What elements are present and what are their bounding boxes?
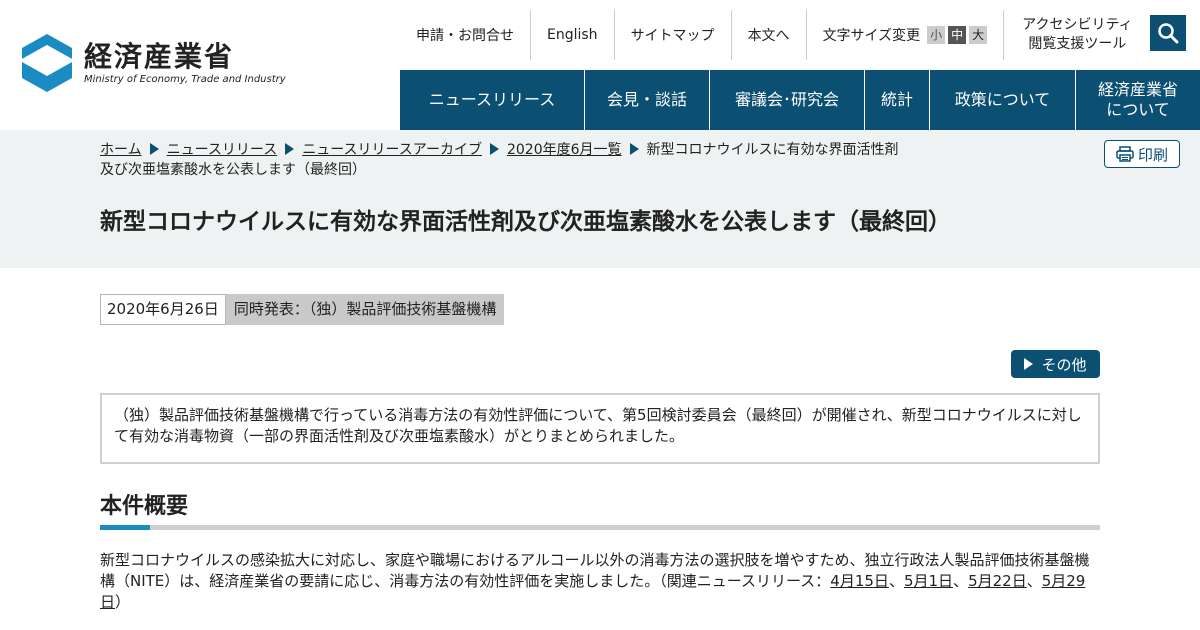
nav-statistics[interactable]: 統計 [864, 70, 929, 130]
utility-nav: 申請・お問合せ English サイトマップ 本文へ 文字サイズ変更 小 中 大… [400, 10, 1151, 60]
site-header: 経済産業省 Ministry of Economy, Trade and Ind… [0, 0, 1200, 130]
font-size-switcher: 文字サイズ変更 小 中 大 [805, 10, 1004, 60]
related-link-may22[interactable]: 5月22日 [968, 572, 1027, 590]
nav-press-conference[interactable]: 会見・談話 [584, 70, 709, 130]
breadcrumb-arrow-icon [489, 143, 499, 155]
title-band: ホーム ニュースリリース ニュースリリースアーカイブ 2020年度6月一覧新型コロナウ… [0, 130, 1200, 268]
nav-about-line2: について [1106, 100, 1170, 119]
site-logo[interactable]: 経済産業省 Ministry of Economy, Trade and Ind… [20, 32, 286, 94]
play-triangle-icon [1024, 358, 1034, 370]
breadcrumb-arrow-icon [629, 143, 639, 155]
body-separator: 、 [1026, 572, 1042, 590]
nav-councils[interactable]: 審議会･研究会 [709, 70, 864, 130]
logo-name-jp: 経済産業省 [84, 39, 235, 73]
logo-name-en: Ministry of Economy, Trade and Industry [84, 73, 286, 85]
printer-icon [1116, 146, 1134, 162]
breadcrumb-home[interactable]: ホーム [100, 142, 142, 158]
breadcrumb-news-release[interactable]: ニュースリリース [167, 142, 278, 158]
summary-box: （独）製品評価技術基盤機構で行っている消毒方法の有効性評価について、第5回検討委… [100, 393, 1100, 464]
page-title: 新型コロナウイルスに有効な界面活性剤及び次亜塩素酸水を公表します（最終回） [100, 209, 951, 235]
inquiry-link[interactable]: 申請・お問合せ [400, 10, 530, 60]
release-meta: 2020年6月26日 同時発表：（独）製品評価技術基盤機構 [100, 294, 505, 325]
nav-about-line1: 経済産業省 [1097, 80, 1178, 99]
body-separator: 、 [953, 572, 969, 590]
search-button[interactable] [1150, 15, 1186, 51]
search-icon [1158, 23, 1179, 44]
body-separator: 、 [888, 572, 904, 590]
nav-about-meti[interactable]: 経済産業省 について [1075, 70, 1200, 130]
related-link-may1[interactable]: 5月1日 [904, 572, 953, 590]
section-header: 本件概要 [100, 493, 1100, 530]
font-size-large-button[interactable]: 大 [969, 26, 988, 44]
body-text-end: ） [115, 593, 131, 611]
font-size-medium-button[interactable]: 中 [948, 26, 967, 44]
font-size-label: 文字サイズ変更 [822, 28, 921, 44]
breadcrumb-arrow-icon [285, 143, 295, 155]
accessibility-tool-link[interactable]: アクセシビリティ 閲覧支援ツール [1003, 10, 1150, 60]
main-nav: ニュースリリース 会見・談話 審議会･研究会 統計 政策について 経済産業省 に… [400, 70, 1200, 130]
section-divider [100, 525, 1100, 530]
skip-to-content-link[interactable]: 本文へ [730, 10, 806, 60]
font-size-small-button[interactable]: 小 [927, 26, 946, 44]
breadcrumb: ホーム ニュースリリース ニュースリリースアーカイブ 2020年度6月一覧 新型コロナウ… [100, 140, 910, 180]
section-title: 本件概要 [100, 494, 189, 519]
related-link-apr15[interactable]: 4月15日 [830, 572, 889, 590]
nav-news-release[interactable]: ニュースリリース [400, 70, 584, 130]
sitemap-link[interactable]: サイトマップ [613, 10, 731, 60]
accessibility-line2: 閲覧支援ツール [1028, 36, 1127, 52]
english-link[interactable]: English [530, 10, 614, 60]
breadcrumb-month-list[interactable]: 2020年度6月一覧 [507, 142, 622, 158]
release-date: 2020年6月26日 [100, 294, 226, 325]
nav-policies[interactable]: 政策について [929, 70, 1075, 130]
other-label: その他 [1041, 355, 1087, 374]
other-button[interactable]: その他 [1011, 350, 1100, 378]
breadcrumb-archive[interactable]: ニュースリリースアーカイブ [302, 142, 482, 158]
print-label: 印刷 [1137, 145, 1168, 164]
breadcrumb-arrow-icon [149, 143, 159, 155]
print-button[interactable]: 印刷 [1104, 140, 1180, 168]
meti-logo-icon [22, 34, 72, 92]
joint-release: 同時発表：（独）製品評価技術基盤機構 [225, 294, 505, 325]
section-body: 新型コロナウイルスの感染拡大に対応し、家庭や職場におけるアルコール以外の消毒方法… [100, 550, 1100, 613]
accessibility-line1: アクセシビリティ [1022, 17, 1133, 33]
